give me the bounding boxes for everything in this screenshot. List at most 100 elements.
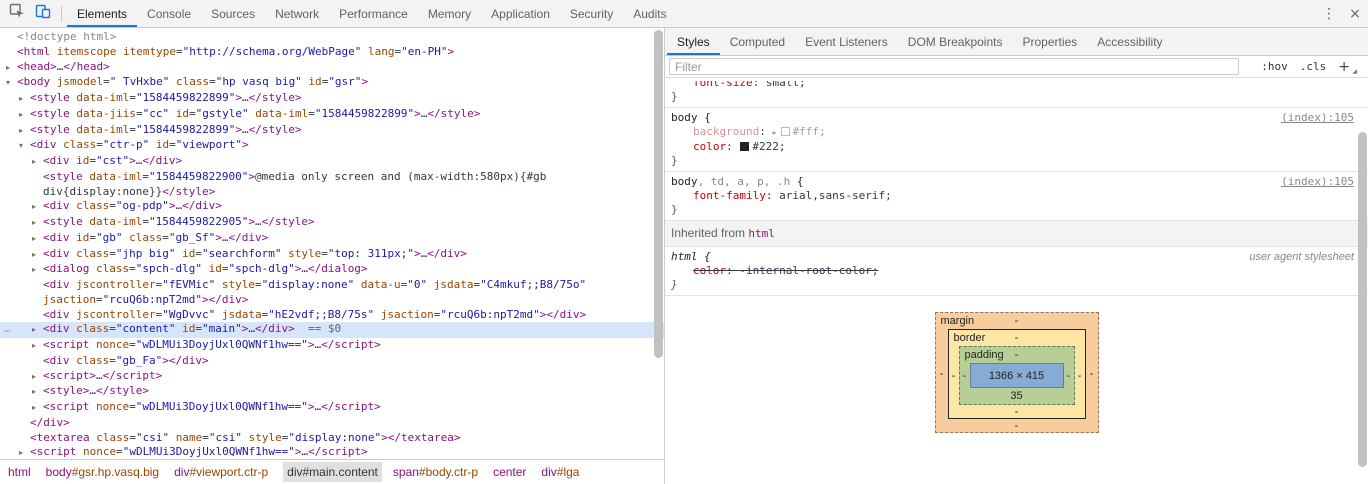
border-top-value[interactable]: - bbox=[1015, 331, 1019, 345]
margin-right-value[interactable]: - bbox=[1086, 367, 1098, 381]
tree-row[interactable]: <div jscontroller="fEVMic" style="displa… bbox=[0, 278, 664, 293]
stylesheet-location[interactable]: (index):105 bbox=[1281, 111, 1354, 125]
device-toolbar-button[interactable] bbox=[30, 2, 56, 26]
expand-arrow-icon[interactable]: ▸ bbox=[32, 385, 43, 400]
margin-top-value[interactable]: - bbox=[1015, 314, 1019, 328]
tree-row[interactable]: ▸<script>…</script> bbox=[0, 369, 664, 385]
toggle-element-state-button[interactable]: :hov bbox=[1261, 60, 1288, 73]
style-rule[interactable]: user agent stylesheethtml {color: -inter… bbox=[665, 247, 1368, 296]
breadcrumb-item[interactable]: div#viewport.ctr-p bbox=[174, 465, 268, 479]
tab-console[interactable]: Console bbox=[137, 0, 201, 27]
tree-row[interactable]: ▸<div class="og-pdp">…</div> bbox=[0, 199, 664, 215]
box-model-border[interactable]: border - - padding - bbox=[948, 329, 1086, 419]
tab-elements[interactable]: Elements bbox=[67, 0, 137, 27]
expand-arrow-icon[interactable]: ▸ bbox=[32, 339, 43, 354]
breadcrumb-item[interactable]: div#lga bbox=[541, 465, 579, 479]
inherited-node-link[interactable]: html bbox=[748, 227, 775, 240]
tree-row[interactable]: jsaction="rcuQ6b:npT2md"></div> bbox=[0, 293, 664, 308]
styles-scrollbar[interactable] bbox=[1358, 132, 1367, 467]
tree-row[interactable]: ▸…<div class="content" id="main">…</div>… bbox=[0, 322, 664, 338]
expand-arrow-icon[interactable]: ▸ bbox=[32, 263, 43, 278]
expand-arrow-icon[interactable]: ▸ bbox=[32, 155, 43, 170]
padding-bottom-value[interactable]: 35 bbox=[1010, 389, 1022, 403]
padding-left-value[interactable]: - bbox=[960, 369, 970, 383]
css-declaration[interactable]: font-size: small; bbox=[671, 81, 1368, 90]
expand-arrow-icon[interactable]: ▸ bbox=[19, 124, 30, 139]
sidebar-tab-accessibility[interactable]: Accessibility bbox=[1087, 28, 1172, 55]
tree-row[interactable]: ▸<style data-iml="1584459822899">…</styl… bbox=[0, 123, 664, 139]
tree-row[interactable]: <textarea class="csi" name="csi" style="… bbox=[0, 431, 664, 446]
border-left-value[interactable]: - bbox=[949, 369, 959, 383]
sidebar-tab-dom-breakpoints[interactable]: DOM Breakpoints bbox=[898, 28, 1013, 55]
tree-row[interactable]: ▸<div class="jhp big" id="searchform" st… bbox=[0, 247, 664, 263]
box-model-padding[interactable]: padding - - 1366 × 415 bbox=[959, 346, 1075, 405]
tree-row[interactable]: ▾<body jsmodel=" TvHxbe" class="hp vasq … bbox=[0, 75, 664, 91]
element-classes-button[interactable]: .cls bbox=[1300, 60, 1327, 73]
expand-arrow-icon[interactable]: ▸ bbox=[32, 200, 43, 215]
tab-sources[interactable]: Sources bbox=[201, 0, 265, 27]
expand-arrow-icon[interactable]: ▸ bbox=[19, 446, 30, 459]
collapse-arrow-icon[interactable]: ▾ bbox=[19, 139, 30, 154]
expand-arrow-icon[interactable]: ▸ bbox=[32, 248, 43, 263]
breadcrumb-item[interactable]: body#gsr.hp.vasq.big bbox=[46, 465, 159, 479]
expand-arrow-icon[interactable]: ▸ bbox=[32, 370, 43, 385]
tree-row[interactable]: ▸<script nonce="wDLMUi3DoyjUxl0QWNf1hw==… bbox=[0, 338, 664, 354]
css-declaration[interactable]: color: -internal-root-color; bbox=[671, 264, 1368, 278]
tree-row[interactable]: <div class="gb_Fa"></div> bbox=[0, 354, 664, 369]
tab-memory[interactable]: Memory bbox=[418, 0, 481, 27]
style-rule[interactable]: font-size: small;} bbox=[665, 78, 1368, 108]
tree-row[interactable]: ▸<style data-iml="1584459822899">…</styl… bbox=[0, 91, 664, 107]
margin-left-value[interactable]: - bbox=[936, 367, 948, 381]
sidebar-tab-computed[interactable]: Computed bbox=[720, 28, 795, 55]
tab-application[interactable]: Application bbox=[481, 0, 560, 27]
tab-audits[interactable]: Audits bbox=[623, 0, 676, 27]
sidebar-tab-event-listeners[interactable]: Event Listeners bbox=[795, 28, 898, 55]
close-devtools-button[interactable]: × bbox=[1342, 6, 1368, 22]
tab-security[interactable]: Security bbox=[560, 0, 623, 27]
style-rule[interactable]: (index):105body {background: ▸#fff;color… bbox=[665, 108, 1368, 172]
border-bottom-value[interactable]: - bbox=[1015, 405, 1019, 419]
expand-arrow-icon[interactable]: ▸ bbox=[32, 216, 43, 231]
padding-top-value[interactable]: - bbox=[1015, 348, 1019, 362]
css-declaration[interactable]: color: #222; bbox=[671, 140, 1368, 154]
tree-row[interactable]: ▸<div id="cst">…</div> bbox=[0, 154, 664, 170]
expand-arrow-icon[interactable]: ▸ bbox=[32, 232, 43, 247]
stylesheet-location[interactable]: (index):105 bbox=[1281, 175, 1354, 189]
tree-row[interactable]: <style data-iml="1584459822900">@media o… bbox=[0, 170, 664, 185]
sidebar-tab-properties[interactable]: Properties bbox=[1012, 28, 1087, 55]
tree-row[interactable]: </div> bbox=[0, 416, 664, 431]
box-model-content[interactable]: 1366 × 415 bbox=[970, 363, 1064, 388]
tree-row[interactable]: ▸<head>…</head> bbox=[0, 60, 664, 76]
color-swatch[interactable] bbox=[740, 142, 749, 151]
tree-row[interactable]: div{display:none}}</style> bbox=[0, 185, 664, 200]
sidebar-tab-styles[interactable]: Styles bbox=[667, 28, 720, 55]
styles-filter-input[interactable]: Filter bbox=[669, 58, 1239, 75]
tree-row[interactable]: ▸<div id="gb" class="gb_Sf">…</div> bbox=[0, 231, 664, 247]
expand-arrow-icon[interactable]: ▸ bbox=[19, 92, 30, 107]
tree-row[interactable]: <!doctype html> bbox=[0, 30, 664, 45]
new-style-rule-button[interactable]: +◢ bbox=[1338, 59, 1356, 75]
expand-arrow-icon[interactable]: ▸ bbox=[32, 401, 43, 416]
tree-row[interactable]: ▸<style data-jiis="cc" id="gstyle" data-… bbox=[0, 107, 664, 123]
padding-right-value[interactable]: - bbox=[1064, 369, 1074, 383]
tree-row[interactable]: ▸<style data-iml="1584459822905">…</styl… bbox=[0, 215, 664, 231]
css-declaration[interactable]: font-family: arial,sans-serif; bbox=[671, 189, 1368, 203]
tab-network[interactable]: Network bbox=[265, 0, 329, 27]
expand-arrow-icon[interactable]: ▸ bbox=[19, 108, 30, 123]
devtools-menu-button[interactable]: ⋮ bbox=[1316, 6, 1342, 22]
stylesheet-location[interactable]: user agent stylesheet bbox=[1249, 250, 1354, 264]
elements-scrollbar[interactable] bbox=[654, 30, 663, 358]
tree-row[interactable]: ▸<script nonce="wDLMUi3DoyjUxl0QWNf1hw==… bbox=[0, 400, 664, 416]
tab-performance[interactable]: Performance bbox=[329, 0, 418, 27]
breadcrumb-item[interactable]: center bbox=[493, 465, 526, 479]
breadcrumb-item[interactable]: div#main.content bbox=[283, 462, 382, 482]
breadcrumb-item[interactable]: html bbox=[8, 465, 31, 479]
inspect-element-button[interactable] bbox=[4, 2, 30, 26]
style-rule[interactable]: (index):105body, td, a, p, .h {font-fami… bbox=[665, 172, 1368, 221]
tree-row[interactable]: ▾<div class="ctr-p" id="viewport"> bbox=[0, 138, 664, 154]
box-model-margin[interactable]: margin - - border - - bbox=[935, 312, 1099, 433]
css-declaration[interactable]: background: ▸#fff; bbox=[671, 125, 1368, 140]
tree-row[interactable]: ▸<script nonce="wDLMUi3DoyjUxl0QWNf1hw==… bbox=[0, 445, 664, 459]
tree-row[interactable]: <html itemscope itemtype="http://schema.… bbox=[0, 45, 664, 60]
expand-arrow-icon[interactable]: ▸ bbox=[6, 61, 17, 76]
